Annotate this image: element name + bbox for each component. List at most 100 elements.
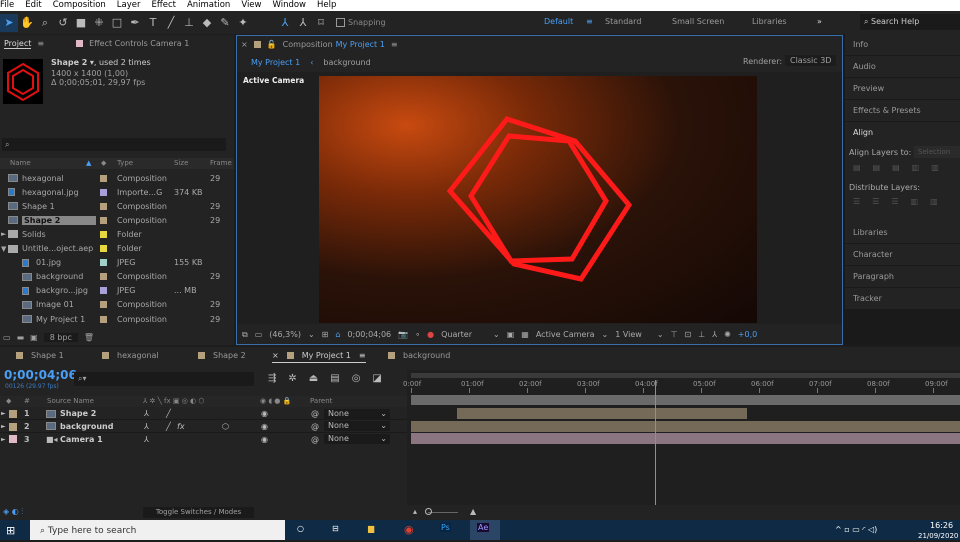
panel-menu-icon[interactable]: ≡ bbox=[391, 40, 398, 49]
resolution-dropdown[interactable]: Quarter bbox=[441, 330, 472, 339]
panel-align[interactable]: Align bbox=[845, 122, 960, 222]
show-snapshot-icon[interactable]: ∘ bbox=[415, 330, 420, 339]
playhead[interactable] bbox=[654, 380, 656, 505]
transparency-grid-icon[interactable]: ▦ bbox=[521, 330, 529, 339]
col-frame[interactable]: Frame bbox=[210, 158, 232, 169]
layer-row[interactable]: ► 1 Shape 2 ⅄ ╱ ◉ @ None ⌄ bbox=[0, 408, 407, 420]
tab-shape-2[interactable]: Shape 2 bbox=[198, 351, 246, 360]
panel-preview[interactable]: Preview bbox=[845, 78, 960, 100]
menu-animation[interactable]: Animation bbox=[187, 0, 230, 11]
menu-view[interactable]: View bbox=[241, 0, 261, 11]
timeline-zoom-slider[interactable] bbox=[428, 512, 458, 513]
panel-effects-presets[interactable]: Effects & Presets bbox=[845, 100, 960, 122]
layer-duration-bar[interactable] bbox=[411, 420, 960, 432]
menu-window[interactable]: Window bbox=[272, 0, 306, 11]
project-item[interactable]: backgro...jpg JPEG ... MB bbox=[0, 284, 222, 298]
exposure-value[interactable]: +0,0 bbox=[738, 330, 757, 339]
chrome-icon[interactable]: ◉ bbox=[404, 523, 414, 536]
tab-shape-1[interactable]: Shape 1 bbox=[16, 351, 64, 360]
visibility-eye-icon[interactable]: ◉ bbox=[261, 409, 268, 418]
timeline-search-input[interactable]: ⌕▾ bbox=[74, 372, 254, 386]
parent-dropdown[interactable]: None ⌄ bbox=[324, 408, 390, 419]
taskbar-date[interactable]: 21/09/2020 bbox=[918, 532, 958, 540]
snapping-toggle[interactable]: Snapping bbox=[336, 18, 386, 27]
bpc-button[interactable]: 8 bpc bbox=[43, 333, 78, 342]
task-view-icon[interactable]: ⊟ bbox=[332, 524, 339, 533]
project-item[interactable]: Shape 1 Composition 29 bbox=[0, 199, 222, 213]
local-axis-icon[interactable]: ⅄ bbox=[276, 14, 294, 32]
project-item[interactable]: Image 01 Composition 29 bbox=[0, 298, 222, 312]
col-name[interactable]: Name bbox=[10, 158, 31, 169]
rotate-tool-icon[interactable]: ↺ bbox=[54, 14, 72, 32]
quality-switch-icon[interactable]: ╱ bbox=[166, 422, 171, 431]
layer-duration-bar[interactable] bbox=[457, 408, 748, 419]
layer-duration-bar[interactable] bbox=[411, 433, 960, 444]
system-tray-icons[interactable]: ^ ▫ ▭ ◜ ◁) bbox=[835, 525, 877, 534]
toggle-switches-modes-button[interactable]: Toggle Switches / Modes bbox=[143, 507, 254, 518]
eraser-tool-icon[interactable]: ◆ bbox=[198, 14, 216, 32]
expand-arrow-icon[interactable]: ► bbox=[1, 230, 6, 238]
puppet-pin-tool-icon[interactable]: ✦ bbox=[234, 14, 252, 32]
chevron-left-icon[interactable]: ‹ bbox=[310, 58, 313, 67]
col-source-name[interactable]: Source Name bbox=[47, 396, 94, 407]
label-swatch[interactable] bbox=[100, 202, 107, 210]
workspace-small-screen[interactable]: Small Screen bbox=[672, 17, 724, 26]
panel-character[interactable]: Character bbox=[845, 244, 960, 266]
visibility-eye-icon[interactable]: ◉ bbox=[261, 422, 268, 431]
more-workspaces-icon[interactable]: » bbox=[817, 17, 822, 26]
selection-tool-icon[interactable]: ➤ bbox=[0, 13, 18, 32]
windows-start-icon[interactable]: ⊞ bbox=[6, 524, 15, 537]
visibility-eye-icon[interactable]: ◉ bbox=[261, 435, 268, 444]
layer-name[interactable]: Camera 1 bbox=[60, 435, 103, 444]
pick-whip-icon[interactable]: @ bbox=[311, 435, 319, 444]
pick-whip-icon[interactable]: @ bbox=[311, 422, 319, 431]
panel-audio[interactable]: Audio bbox=[845, 56, 960, 78]
project-item[interactable]: ▼ Untitle...oject.aep Folder bbox=[0, 242, 222, 256]
composition-mini-flowchart-icon[interactable]: ⇶ bbox=[268, 373, 276, 384]
breadcrumb-background[interactable]: background bbox=[323, 58, 370, 67]
workspace-libraries[interactable]: Libraries bbox=[752, 17, 787, 26]
fast-preview-icon[interactable]: ⊡ bbox=[685, 330, 692, 339]
sort-ascending-icon[interactable]: ▲ bbox=[86, 158, 91, 169]
label-swatch[interactable] bbox=[100, 245, 107, 252]
project-item[interactable]: My Project 1 Composition 29 bbox=[0, 312, 222, 326]
pixel-aspect-icon[interactable]: ⊤ bbox=[671, 330, 678, 339]
timeline-zoom-handle[interactable] bbox=[425, 508, 432, 515]
panel-info[interactable]: Info bbox=[845, 34, 960, 56]
type-tool-icon[interactable]: T bbox=[144, 14, 162, 32]
taskbar-clock[interactable]: 16:26 bbox=[930, 521, 953, 530]
label-swatch[interactable] bbox=[100, 273, 107, 281]
pen-tool-icon[interactable]: ✒ bbox=[126, 14, 144, 32]
trash-icon[interactable]: 🗑 bbox=[84, 333, 94, 342]
menu-effect[interactable]: Effect bbox=[152, 0, 176, 11]
lock-icon[interactable]: 🔓 bbox=[267, 40, 277, 49]
menu-composition[interactable]: Composition bbox=[53, 0, 106, 11]
renderer-button[interactable]: Classic 3D bbox=[785, 55, 837, 66]
zoom-tool-icon[interactable]: ⌕ bbox=[36, 14, 54, 32]
safe-margins-icon[interactable]: ⊞ bbox=[322, 330, 329, 339]
menu-file[interactable]: File bbox=[0, 0, 14, 11]
col-size[interactable]: Size bbox=[174, 158, 188, 169]
photoshop-icon[interactable]: Ps bbox=[440, 523, 451, 532]
tab-background[interactable]: background bbox=[388, 351, 450, 360]
label-swatch[interactable] bbox=[100, 301, 107, 309]
close-tab-icon[interactable]: × bbox=[241, 40, 248, 49]
label-swatch[interactable] bbox=[100, 230, 107, 238]
hand-tool-icon[interactable]: ✋ bbox=[18, 14, 36, 32]
shy-switch-icon[interactable]: ⅄ bbox=[144, 409, 149, 418]
camera-tool-icon[interactable]: ■ bbox=[72, 14, 90, 32]
tab-composition[interactable]: My Project 1 bbox=[336, 40, 385, 49]
motion-blur-icon[interactable]: ◎ bbox=[352, 373, 361, 384]
zoom-dropdown[interactable]: (46,3%) bbox=[269, 330, 301, 339]
align-buttons[interactable]: ▤▤▤▥▥ bbox=[853, 163, 951, 172]
tab-my-project-1[interactable]: × My Project 1 ≡ bbox=[272, 351, 366, 363]
draft-3d-icon[interactable]: ✲ bbox=[288, 373, 296, 384]
composition-viewer[interactable] bbox=[319, 76, 757, 323]
new-comp-icon[interactable]: ▣ bbox=[30, 333, 38, 342]
project-search-input[interactable]: ⌕ bbox=[2, 138, 226, 151]
distribute-buttons[interactable]: ☰☰☰▥▥ bbox=[853, 197, 950, 206]
project-item[interactable]: ► Solids Folder bbox=[0, 227, 222, 241]
expand-arrow-icon[interactable]: ► bbox=[1, 436, 6, 443]
always-preview-icon[interactable]: ⧉ bbox=[242, 330, 248, 340]
file-explorer-icon[interactable]: ▆ bbox=[368, 524, 374, 533]
